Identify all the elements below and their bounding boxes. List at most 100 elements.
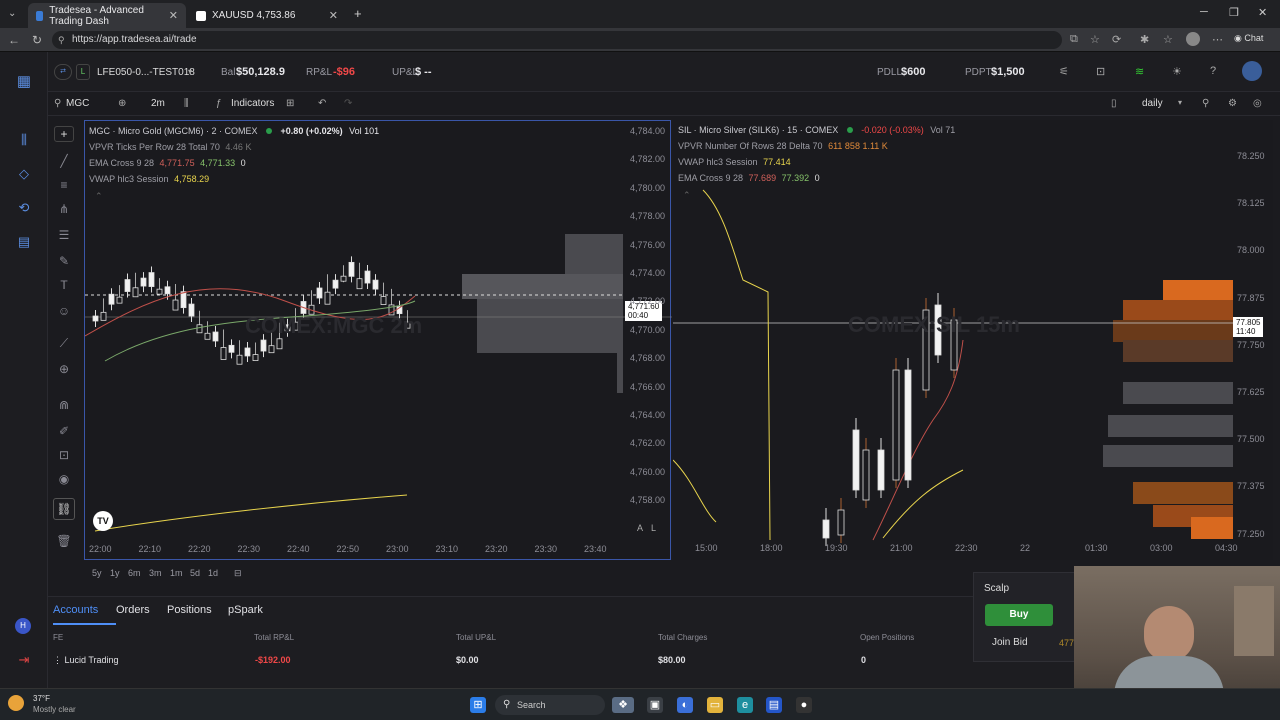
app-logo-icon[interactable]: ▦ [15,72,33,90]
ema-legend[interactable]: EMA Cross 9 28 77.689 77.392 0 [678,173,820,183]
join-bid-button[interactable]: Join Bid [992,637,1028,648]
edge-browser-icon[interactable]: e [737,697,753,713]
layout-split-icon[interactable]: ▯ [1111,98,1117,109]
emoji-tool-icon[interactable]: ☺ [56,304,72,320]
copilot-chat-button[interactable]: ◉ Chat [1234,33,1263,44]
horizontal-lines-tool-icon[interactable]: ≡ [56,178,72,194]
theme-icon[interactable]: ☀ [1172,65,1182,78]
range-5d[interactable]: 5d [190,568,200,578]
file-explorer-icon[interactable]: ▭ [707,697,723,713]
url-field[interactable]: ⚲ https://app.tradesea.ai/trade [52,31,1062,49]
tab-accounts[interactable]: Accounts [53,604,98,616]
redo-icon[interactable]: ↷ [344,98,352,109]
ruler-tool-icon[interactable]: ⟋ [56,336,72,352]
undo-icon[interactable]: ↶ [318,98,326,109]
site-info-icon[interactable]: ⚲ [58,31,65,49]
silver-chart-canvas[interactable] [673,120,1273,560]
help-icon[interactable]: H [15,618,31,634]
connection-icon[interactable]: ⇄ [54,64,72,80]
tab-orders[interactable]: Orders [116,604,150,616]
range-5y[interactable]: 5y [92,568,102,578]
journal-nav-icon[interactable]: ▤ [15,234,33,250]
settings-sliders-icon[interactable]: ⚟ [1059,65,1069,78]
back-icon[interactable]: ← [8,33,20,47]
timeframe-selector[interactable]: daily [1142,98,1163,109]
camera-icon[interactable]: ◎ [1253,98,1262,109]
vwap-legend[interactable]: VWAP hlc3 Session 4,758.29 [89,174,209,184]
crosshair-tool-icon[interactable]: + [54,126,74,142]
collapse-legend-icon[interactable]: ⌃ [95,191,103,202]
link-tool-icon[interactable]: ⛓ [53,498,75,520]
taskbar-search[interactable]: ⚲ Search [495,695,605,715]
range-1y[interactable]: 1y [110,568,120,578]
tradingview-logo-icon[interactable]: TV [93,511,113,531]
symbol-input[interactable]: MGC [66,98,89,109]
favorite-star-icon[interactable]: ☆ [1090,33,1100,46]
new-tab-icon[interactable]: + [354,6,362,21]
date-range-icon[interactable]: ⊟ [234,568,242,579]
range-1m[interactable]: 1m [170,568,183,578]
vpvr-legend[interactable]: VPVR Ticks Per Row 28 Total 70 4.46 K [89,142,251,152]
account-dropdown-icon[interactable]: ▾ [188,67,192,76]
chart-type-icon[interactable]: ⫼ [184,98,189,109]
app-icon[interactable]: ⧉ [1070,33,1078,46]
tab-pspark[interactable]: pSpark [228,604,263,616]
search-icon[interactable]: ⚲ [1202,98,1209,109]
lock-icon[interactable]: ⊡ [1096,65,1105,78]
tag-nav-icon[interactable]: ◇ [15,166,33,182]
puzzle-icon[interactable]: ✱ [1140,33,1149,46]
range-3m[interactable]: 3m [149,568,162,578]
auto-scale-button[interactable]: A [637,523,643,533]
pitchfork-tool-icon[interactable]: ⋔ [56,202,72,218]
zoom-tool-icon[interactable]: ⊕ [56,362,72,378]
close-tab-icon[interactable]: ✕ [169,9,178,22]
vwap-legend[interactable]: VWAP hlc3 Session 77.414 [678,157,791,167]
favorites-icon[interactable]: ☆ [1163,33,1173,46]
gold-chart-pane[interactable]: MGC · Micro Gold (MGCM6) · 2 · COMEX +0.… [84,120,672,561]
task-view-icon[interactable]: ▣ [647,697,663,713]
more-menu-icon[interactable]: ⋯ [1212,33,1223,46]
tab-tradesea[interactable]: Tradesea - Advanced Trading Dash ✕ [28,3,186,28]
vpvr-legend[interactable]: VPVR Number Of Rows 28 Delta 70 611 858 … [678,141,888,151]
trendline-tool-icon[interactable]: ╱ [56,154,72,170]
text-tool-icon[interactable]: T [56,278,72,294]
order-mode[interactable]: Scalp [984,583,1009,594]
tab-xauusd[interactable]: XAUUSD 4,753.86 ✕ [188,3,346,28]
timeframe-dropdown-icon[interactable]: ▾ [1178,98,1182,107]
range-1d[interactable]: 1d [208,568,218,578]
minimize-icon[interactable]: ─ [1200,6,1208,18]
gold-chart-canvas[interactable] [85,121,672,561]
symbol-search-icon[interactable]: ⚲ [54,98,61,109]
weather-icon[interactable] [8,695,24,711]
magnet-tool-icon[interactable]: ⋒ [56,398,72,414]
window-close-icon[interactable]: ✕ [1258,6,1267,19]
fib-tool-icon[interactable]: ☰ [56,228,72,244]
obs-icon[interactable]: ● [796,697,812,713]
store-icon[interactable]: ▤ [766,697,782,713]
windows-start-icon[interactable]: ⊞ [470,697,486,713]
extensions-icon[interactable]: ⟳ [1112,33,1121,46]
brush-tool-icon[interactable]: ✎ [56,254,72,270]
profile-avatar[interactable] [1186,32,1200,46]
copilot-widget-icon[interactable]: ❖ [612,697,634,713]
pencil-lock-tool-icon[interactable]: ✐ [56,424,72,440]
range-6m[interactable]: 6m [128,568,141,578]
settings-icon[interactable]: ⚙ [1228,98,1237,109]
maximize-icon[interactable]: ❐ [1229,6,1239,19]
log-scale-button[interactable]: L [651,523,656,533]
trash-icon[interactable]: 🗑 [56,534,72,550]
help-circle-icon[interactable]: ? [1210,65,1216,77]
reload-icon[interactable]: ↻ [32,33,42,47]
interval-selector[interactable]: 2m [151,98,165,109]
collapse-legend-icon[interactable]: ⌃ [683,190,691,201]
lock-drawings-icon[interactable]: ⊡ [56,448,72,464]
close-tab-icon[interactable]: ✕ [329,9,338,22]
add-symbol-icon[interactable]: ⊕ [118,98,126,109]
buy-button[interactable]: Buy [985,604,1053,626]
ema-legend[interactable]: EMA Cross 9 28 4,771.75 4,771.33 0 [89,158,246,168]
tab-menu-icon[interactable]: ⌄ [8,8,16,19]
layouts-icon[interactable]: ⊞ [286,98,294,109]
indicators-button[interactable]: Indicators [231,98,274,109]
silver-chart-pane[interactable]: SIL · Micro Silver (SILK6) · 15 · COMEX … [673,120,1273,560]
indicators-icon[interactable]: ƒ [216,98,222,109]
